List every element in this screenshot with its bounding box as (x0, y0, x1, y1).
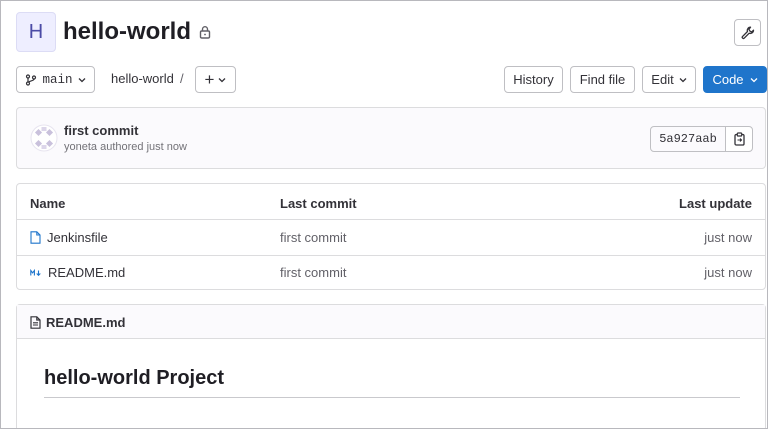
find-file-button[interactable]: Find file (570, 66, 635, 93)
last-commit-panel: first commit yoneta authored just now 5a… (16, 107, 766, 169)
column-header-last-update: Last update (679, 196, 752, 211)
copy-icon (733, 132, 745, 146)
history-button[interactable]: History (504, 66, 563, 93)
project-title: hello-world (63, 18, 191, 45)
column-header-name: Name (30, 196, 66, 211)
project-settings-button[interactable] (734, 19, 761, 46)
chevron-down-icon (78, 77, 85, 82)
chevron-down-icon (219, 77, 226, 82)
plus-icon: + (204, 70, 215, 89)
copy-sha-button[interactable] (725, 126, 753, 152)
readme-heading: hello-world Project (44, 367, 225, 389)
repository-page: H hello-world main hello-world / + Histo… (0, 0, 768, 429)
markdown-icon (30, 268, 41, 276)
chevron-down-icon (750, 77, 757, 82)
row-last-commit[interactable]: first commit (280, 265, 346, 280)
code-dropdown-button[interactable]: Code (703, 66, 767, 93)
chevron-down-icon (679, 77, 687, 82)
readme-file-link[interactable]: README.md (46, 315, 125, 330)
wrench-icon (741, 26, 754, 39)
file-name-link[interactable]: README.md (48, 265, 125, 280)
edit-dropdown-button[interactable]: Edit (642, 66, 696, 93)
breadcrumb-project[interactable]: hello-world (111, 71, 174, 86)
edit-button-label: Edit (651, 72, 674, 87)
branch-name: main (42, 72, 73, 87)
project-avatar-letter: H (28, 20, 44, 43)
project-avatar[interactable]: H (16, 12, 56, 52)
row-last-update: just now (704, 230, 752, 245)
file-text-icon (30, 316, 41, 329)
commit-meta: yoneta authored just now (64, 141, 187, 153)
file-name-link[interactable]: Jenkinsfile (47, 230, 108, 245)
breadcrumb-separator: / (180, 71, 184, 86)
author-avatar[interactable] (30, 124, 58, 152)
readme-panel: README.md hello-world Project (16, 304, 766, 428)
file-icon (30, 231, 41, 244)
commit-title[interactable]: first commit (64, 123, 138, 138)
add-to-tree-button[interactable]: + (195, 66, 236, 93)
table-row[interactable]: Jenkinsfile first commit just now (17, 220, 765, 255)
commit-sha[interactable]: 5a927aab (650, 126, 726, 152)
code-button-label: Code (712, 72, 744, 87)
lock-icon (199, 26, 211, 39)
readme-header: README.md (17, 305, 765, 339)
history-button-label: History (513, 72, 554, 87)
row-last-update: just now (704, 265, 752, 280)
branch-selector[interactable]: main (16, 66, 95, 93)
column-header-last-commit: Last commit (280, 196, 357, 211)
branch-icon (26, 73, 37, 86)
find-file-button-label: Find file (579, 72, 626, 87)
readme-heading-rule (44, 397, 740, 398)
row-last-commit[interactable]: first commit (280, 230, 346, 245)
file-tree-table: Name Last commit Last update Jenkinsfile… (16, 183, 766, 290)
table-row[interactable]: README.md first commit just now (17, 255, 765, 289)
